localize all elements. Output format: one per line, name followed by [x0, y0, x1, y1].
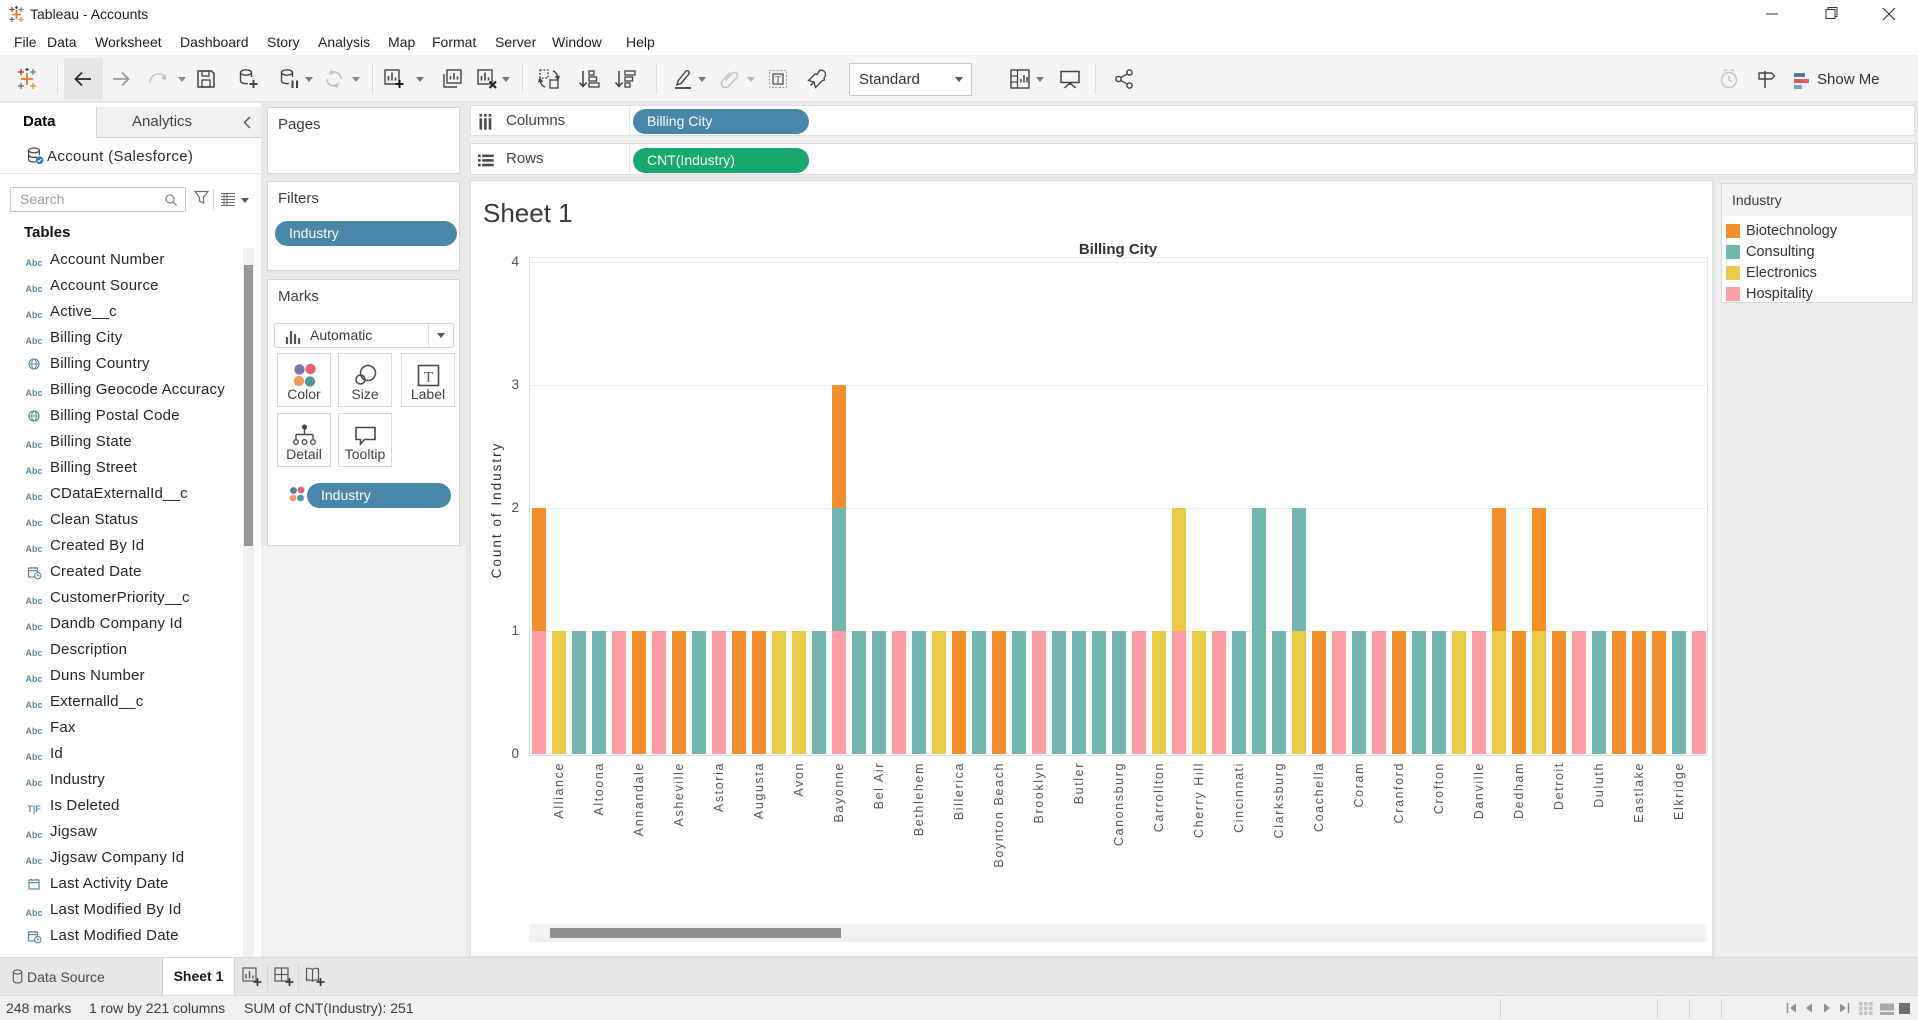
svg-text:T: T — [423, 370, 432, 386]
svg-text:T: T — [775, 74, 781, 84]
